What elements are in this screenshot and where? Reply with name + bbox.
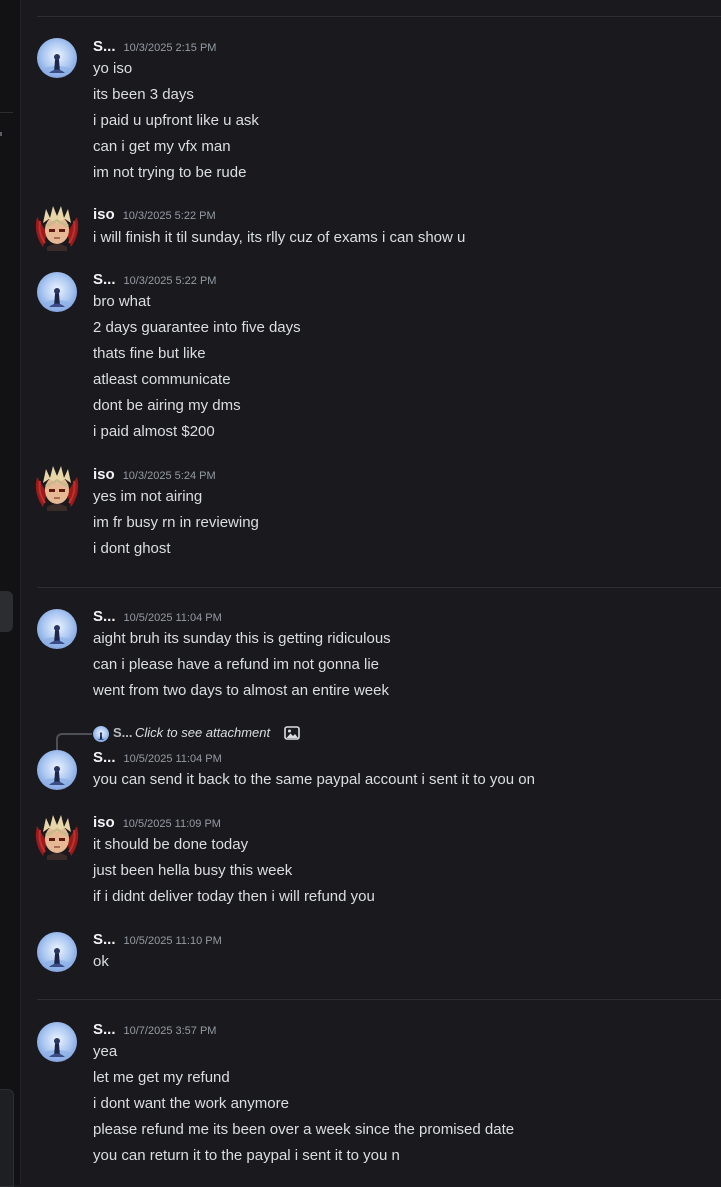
message-header: S... 10/7/2025 3:57 PM bbox=[93, 1021, 216, 1041]
message-line: can i please have a refund im not gonna … bbox=[93, 656, 380, 673]
user-avatar[interactable] bbox=[37, 38, 77, 78]
chat-divider bbox=[37, 587, 721, 588]
timestamp: 10/5/2025 11:09 PM bbox=[122, 818, 221, 830]
sidebar-user-panel[interactable] bbox=[0, 1089, 14, 1187]
message-header: iso 10/5/2025 11:09 PM bbox=[93, 814, 221, 834]
message-line: let me get my refund bbox=[93, 1069, 230, 1086]
reply-author[interactable]: S... bbox=[113, 725, 133, 740]
username[interactable]: S... bbox=[93, 749, 116, 766]
username[interactable]: S... bbox=[93, 271, 116, 288]
message-line: just been hella busy this week bbox=[93, 862, 293, 879]
message-line: you can send it back to the same paypal … bbox=[93, 771, 535, 788]
message-header: S... 10/3/2025 2:15 PM bbox=[93, 38, 216, 58]
timestamp: 10/7/2025 3:57 PM bbox=[123, 1025, 217, 1037]
timestamp: 10/5/2025 11:04 PM bbox=[123, 753, 222, 765]
sidebar-divider bbox=[0, 112, 13, 113]
username[interactable]: S... bbox=[93, 931, 116, 948]
message-line: im not trying to be rude bbox=[93, 164, 247, 181]
chat-divider bbox=[37, 999, 721, 1000]
message-header: S... 10/5/2025 11:04 PM bbox=[93, 749, 222, 769]
user-avatar[interactable] bbox=[33, 203, 81, 251]
message-line: went from two days to almost an entire w… bbox=[93, 682, 389, 699]
timestamp: 10/3/2025 2:15 PM bbox=[123, 42, 217, 54]
message-header: S... 10/5/2025 11:10 PM bbox=[93, 931, 222, 951]
timestamp: 10/3/2025 5:22 PM bbox=[122, 210, 216, 222]
username[interactable]: iso bbox=[93, 814, 115, 831]
user-avatar[interactable] bbox=[37, 932, 77, 972]
message-line: you can return it to the paypal i sent i… bbox=[93, 1147, 400, 1164]
chat-divider bbox=[37, 16, 721, 17]
server-sidebar bbox=[0, 0, 21, 1187]
message-header: iso 10/3/2025 5:24 PM bbox=[93, 466, 216, 486]
message-line: aight bruh its sunday this is getting ri… bbox=[93, 630, 391, 647]
user-avatar[interactable] bbox=[37, 609, 77, 649]
message-line: if i didnt deliver today then i will ref… bbox=[93, 888, 375, 905]
message-line: dont be airing my dms bbox=[93, 397, 241, 414]
username[interactable]: S... bbox=[93, 1021, 116, 1038]
timestamp: 10/5/2025 11:04 PM bbox=[123, 612, 222, 624]
message-line: i will finish it til sunday, its rlly cu… bbox=[93, 229, 466, 246]
message-line: atleast communicate bbox=[93, 371, 231, 388]
reply-spine bbox=[56, 733, 92, 751]
message-line: yo iso bbox=[93, 60, 133, 77]
sidebar-indicator bbox=[0, 132, 2, 136]
timestamp: 10/5/2025 11:10 PM bbox=[123, 935, 222, 947]
reply-avatar bbox=[93, 726, 109, 742]
timestamp: 10/3/2025 5:24 PM bbox=[122, 470, 216, 482]
message-line: please refund me its been over a week si… bbox=[93, 1121, 515, 1138]
timestamp: 10/3/2025 5:22 PM bbox=[123, 275, 217, 287]
username[interactable]: iso bbox=[93, 206, 115, 223]
message-line: ok bbox=[93, 953, 109, 970]
sidebar-selected-item[interactable] bbox=[0, 591, 13, 632]
username[interactable]: S... bbox=[93, 608, 116, 625]
message-line: i paid u upfront like u ask bbox=[93, 112, 259, 129]
message-line: bro what bbox=[93, 293, 151, 310]
message-line: yea bbox=[93, 1043, 118, 1060]
message-header: S... 10/3/2025 5:22 PM bbox=[93, 271, 216, 291]
message-header: S... 10/5/2025 11:04 PM bbox=[93, 608, 222, 628]
user-avatar[interactable] bbox=[37, 750, 77, 790]
message-line: im fr busy rn in reviewing bbox=[93, 514, 259, 531]
user-avatar[interactable] bbox=[37, 1022, 77, 1062]
message-line: its been 3 days bbox=[93, 86, 194, 103]
message-line: i dont ghost bbox=[93, 540, 171, 557]
message-line: thats fine but like bbox=[93, 345, 206, 362]
message-line: it should be done today bbox=[93, 836, 249, 853]
message-line: i paid almost $200 bbox=[93, 423, 215, 440]
user-avatar[interactable] bbox=[33, 812, 81, 860]
message-line: yes im not airing bbox=[93, 488, 203, 505]
reply-preview[interactable]: Click to see attachment bbox=[135, 725, 270, 740]
username[interactable]: iso bbox=[93, 466, 115, 483]
user-avatar[interactable] bbox=[37, 272, 77, 312]
message-line: can i get my vfx man bbox=[93, 138, 231, 155]
image-icon bbox=[284, 725, 300, 741]
message-line: i dont want the work anymore bbox=[93, 1095, 289, 1112]
username[interactable]: S... bbox=[93, 38, 116, 55]
message-line: 2 days guarantee into five days bbox=[93, 319, 301, 336]
user-avatar[interactable] bbox=[33, 463, 81, 511]
message-header: iso 10/3/2025 5:22 PM bbox=[93, 206, 216, 226]
